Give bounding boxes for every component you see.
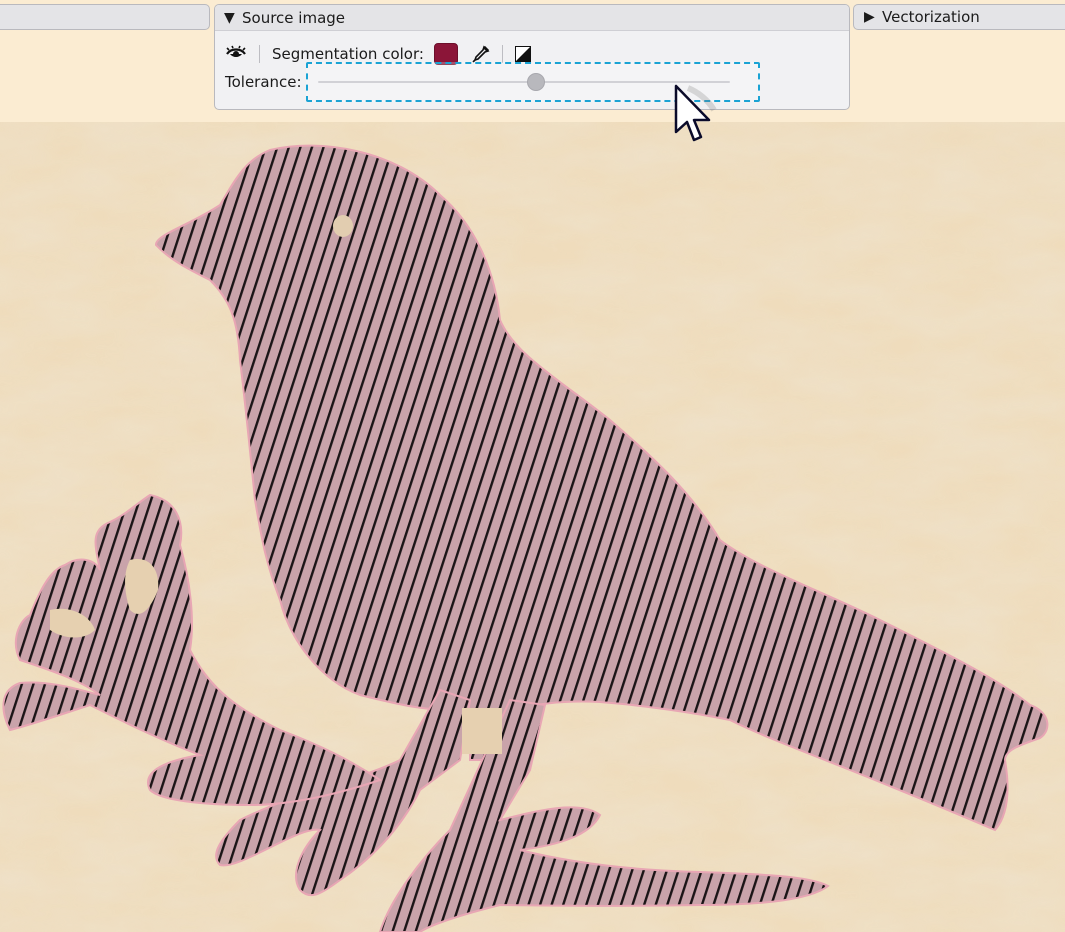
collapsed-panel-left[interactable] — [0, 4, 210, 30]
segmentation-color-label: Segmentation color: — [272, 45, 424, 63]
tolerance-label: Tolerance: — [225, 73, 302, 91]
vectorization-panel-title: Vectorization — [882, 8, 980, 26]
eyedropper-icon[interactable] — [472, 45, 490, 63]
source-image-panel-title: Source image — [242, 8, 346, 27]
toolbar-divider — [501, 45, 503, 63]
triangle-down-icon: ▼ — [224, 9, 235, 26]
segmented-image — [0, 122, 1065, 932]
tolerance-slider-handle[interactable] — [527, 73, 546, 91]
eye-icon[interactable] — [225, 45, 247, 63]
source-image-panel: ▼ Source image Segmentation color: Toler… — [214, 4, 850, 110]
invert-icon[interactable] — [514, 46, 531, 62]
panel-strip: ▼ Source image Segmentation color: Toler… — [0, 0, 1065, 122]
tolerance-row: Tolerance: — [225, 71, 302, 93]
source-image-panel-header[interactable]: ▼ Source image — [215, 5, 849, 31]
mouse-cursor-icon — [674, 82, 722, 146]
toolbar-divider — [259, 45, 260, 63]
vectorization-panel-header[interactable]: ▶ Vectorization — [853, 4, 1065, 30]
triangle-right-icon: ▶ — [864, 9, 875, 25]
tolerance-slider-track[interactable] — [318, 81, 730, 83]
source-image-canvas[interactable] — [0, 122, 1065, 932]
